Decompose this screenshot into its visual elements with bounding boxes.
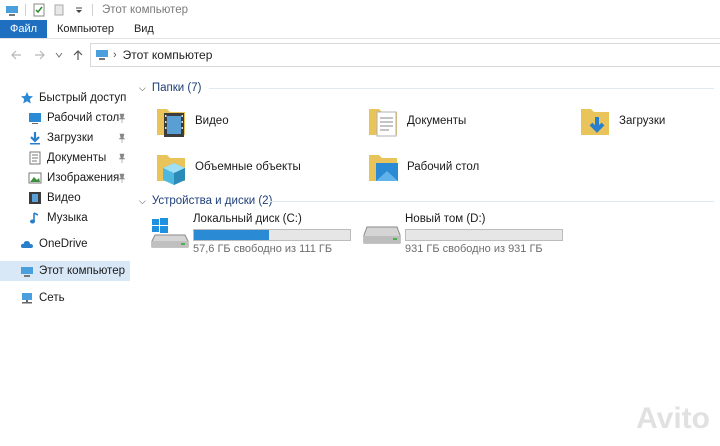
group-divider xyxy=(209,88,714,89)
drive-name: Локальный диск (C:) xyxy=(193,213,302,225)
chevron-down-icon: ⌵ xyxy=(139,82,146,93)
desktop-icon xyxy=(28,111,42,125)
back-arrow-icon xyxy=(11,50,21,60)
group-divider xyxy=(267,201,714,202)
star-icon xyxy=(20,91,34,105)
sidebar-item-label: Загрузки xyxy=(47,132,94,144)
cloud-icon xyxy=(20,237,34,251)
sidebar-item-network[interactable]: Сеть xyxy=(0,288,130,308)
sidebar-item-pictures[interactable]: Изображения xyxy=(0,168,130,188)
video-folder-icon xyxy=(155,103,189,139)
sidebar-item-label: Музыка xyxy=(47,212,88,224)
sidebar-item-label: Рабочий стол xyxy=(47,112,120,124)
sidebar-item-onedrive[interactable]: OneDrive xyxy=(0,234,130,254)
back-button[interactable] xyxy=(4,43,28,67)
navigation-bar: › Этот компьютер xyxy=(0,40,720,70)
separator xyxy=(25,4,26,16)
drive-free-space: 931 ГБ свободно из 931 ГБ xyxy=(405,243,543,255)
download-icon xyxy=(28,131,42,145)
3d-objects-folder-icon xyxy=(155,149,189,185)
quick-access-toolbar xyxy=(0,0,96,20)
computer-icon xyxy=(20,264,34,278)
tab-computer[interactable]: Компьютер xyxy=(47,20,124,38)
sidebar-item-label: Изображения xyxy=(47,172,120,184)
folder-video[interactable]: Видео xyxy=(155,100,229,142)
sidebar-item-label: OneDrive xyxy=(39,238,88,250)
pin-icon xyxy=(118,173,126,183)
drive-usage-bar xyxy=(193,229,351,241)
sidebar-item-label: Документы xyxy=(47,152,107,164)
address-bar[interactable]: › Этот компьютер xyxy=(90,43,720,67)
separator xyxy=(92,4,93,16)
system-drive-icon xyxy=(151,217,189,249)
group-header-folders[interactable]: ⌵ Папки (7) xyxy=(139,80,201,96)
folder-documents[interactable]: Документы xyxy=(367,100,466,142)
ribbon-tabs: Файл Компьютер Вид xyxy=(0,20,720,39)
sidebar-item-downloads[interactable]: Загрузки xyxy=(0,128,130,148)
desktop-folder-icon xyxy=(367,149,401,185)
network-icon xyxy=(20,291,34,305)
drive-c[interactable]: Локальный диск (C:) 57,6 ГБ свободно из … xyxy=(151,213,361,257)
sidebar-item-label: Сеть xyxy=(39,292,65,304)
sidebar-item-music[interactable]: Музыка xyxy=(0,208,130,228)
drive-usage-bar xyxy=(405,229,563,241)
music-icon xyxy=(28,211,42,225)
tab-file[interactable]: Файл xyxy=(0,20,47,38)
folder-label: Загрузки xyxy=(619,115,666,127)
folder-label: Рабочий стол xyxy=(407,161,480,173)
up-arrow-icon xyxy=(73,50,83,60)
drive-usage-fill xyxy=(194,230,269,240)
sidebar-item-this-pc[interactable]: Этот компьютер xyxy=(0,261,130,281)
computer-icon xyxy=(95,49,109,61)
drive-d[interactable]: Новый том (D:) 931 ГБ свободно из 931 ГБ xyxy=(363,213,573,257)
drive-name: Новый том (D:) xyxy=(405,213,486,225)
downloads-folder-icon xyxy=(579,103,613,139)
sidebar-item-desktop[interactable]: Рабочий стол xyxy=(0,108,130,128)
tab-view[interactable]: Вид xyxy=(124,20,164,38)
sidebar-item-quick-access[interactable]: Быстрый доступ xyxy=(0,88,130,108)
drive-icon xyxy=(363,217,401,249)
group-header-drives[interactable]: ⌵ Устройства и диски (2) xyxy=(139,193,272,209)
folder-label: Документы xyxy=(407,115,467,127)
computer-icon[interactable] xyxy=(5,3,19,17)
forward-arrow-icon xyxy=(35,50,45,60)
forward-button[interactable] xyxy=(28,43,52,67)
breadcrumb-this-pc[interactable]: Этот компьютер xyxy=(123,48,213,62)
video-icon xyxy=(28,191,42,205)
properties-icon[interactable] xyxy=(32,3,46,17)
sidebar-item-label: Видео xyxy=(47,192,81,204)
breadcrumb-chevron-icon: › xyxy=(113,49,117,61)
navigation-pane: Быстрый доступ Рабочий стол Загрузки Док… xyxy=(0,80,130,446)
up-button[interactable] xyxy=(66,43,90,67)
drive-free-space: 57,6 ГБ свободно из 111 ГБ xyxy=(193,243,333,255)
folder-label: Видео xyxy=(195,115,229,127)
pictures-icon xyxy=(28,171,42,185)
pin-icon xyxy=(118,133,126,143)
pin-icon xyxy=(118,153,126,163)
recent-locations-button[interactable] xyxy=(52,43,66,67)
title-bar: Этот компьютер xyxy=(0,0,720,20)
folder-downloads[interactable]: Загрузки xyxy=(579,100,665,142)
sidebar-item-label: Быстрый доступ xyxy=(39,92,127,104)
sidebar-item-video[interactable]: Видео xyxy=(0,188,130,208)
window-title: Этот компьютер xyxy=(102,4,188,16)
folder-3d-objects[interactable]: Объемные объекты xyxy=(155,146,301,188)
new-folder-icon[interactable] xyxy=(52,3,66,17)
group-header-label: Устройства и диски (2) xyxy=(151,195,273,207)
group-header-label: Папки (7) xyxy=(151,82,202,94)
chevron-down-icon xyxy=(55,52,63,58)
customize-dropdown-icon[interactable] xyxy=(72,3,86,17)
pin-icon xyxy=(118,113,126,123)
sidebar-item-label: Этот компьютер xyxy=(39,265,125,277)
sidebar-item-documents[interactable]: Документы xyxy=(0,148,130,168)
watermark-logo: Avito xyxy=(636,402,710,435)
chevron-down-icon: ⌵ xyxy=(139,195,146,206)
folder-label: Объемные объекты xyxy=(195,161,301,173)
content-pane: ⌵ Папки (7) Видео Документы Загрузки Объ… xyxy=(135,72,720,446)
documents-icon xyxy=(28,151,42,165)
folder-desktop[interactable]: Рабочий стол xyxy=(367,146,479,188)
documents-folder-icon xyxy=(367,103,401,139)
